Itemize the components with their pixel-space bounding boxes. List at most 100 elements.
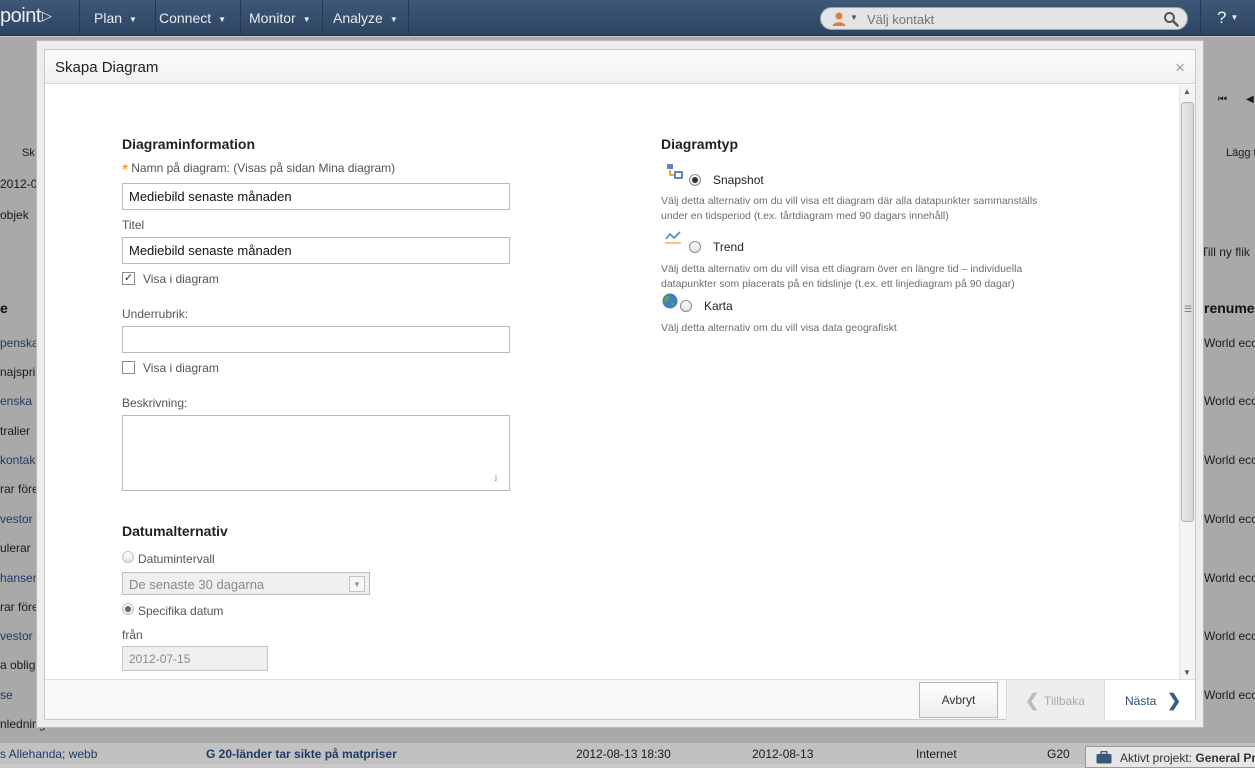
show-subtitle-label: Visa i diagram [143,361,219,375]
back-button[interactable]: ❮ Tillbaka [1006,680,1104,720]
nav-analyze-menu[interactable]: Analyze ▼ [333,10,398,26]
specific-dates-radio[interactable] [122,603,134,615]
bg-row: a oblig [0,658,36,672]
subtitle-input[interactable] [122,326,510,353]
bg-row: hanser [0,571,37,585]
chart-name-input[interactable] [122,183,510,210]
map-radio[interactable] [680,300,692,312]
bg-row: World econ [1204,571,1255,585]
chevron-down-icon: ▼ [1230,13,1239,22]
dialog-scrollbar[interactable]: ▲ ☰ ▼ [1179,85,1195,679]
bg-tab: Sk [22,147,35,159]
nav-divider [155,0,156,36]
dialog-body: Diagraminformation * Namn på diagram: (Vi… [45,85,1179,679]
active-project-label: Aktivt projekt: [1120,751,1193,765]
search-icon[interactable] [1163,11,1179,27]
show-title-checkbox[interactable]: ✓ [122,272,135,285]
date-interval-label: Datumintervall [138,552,215,566]
chart-name-label: * Namn på diagram: (Visas på sidan Mina d… [122,161,396,179]
map-label: Karta [704,299,733,313]
description-textarea[interactable] [122,415,510,491]
nav-divider [79,0,80,36]
chevron-down-icon: ▼ [129,15,137,24]
bg-table-row: s Allehanda; webb G 20-länder tar sikte … [0,743,1255,768]
trend-label: Trend [713,240,744,254]
briefcase-icon [1096,751,1112,764]
bg-date: 2012-0 [0,177,38,191]
bg-headline: G 20-länder tar sikte på matpriser [206,747,397,761]
nav-divider [1200,0,1201,36]
snapshot-radio[interactable] [689,174,701,186]
close-icon[interactable]: × [1175,58,1185,78]
date-interval-radio[interactable] [122,551,134,563]
date-interval-value: De senaste 30 dagarna [129,577,265,592]
cancel-button[interactable]: Avbryt [919,682,998,718]
grip-icon: ☰ [1184,304,1193,314]
nav-divider [240,0,241,36]
bg-row: vestor [0,512,33,526]
bg-row: vestor [0,629,33,643]
date-interval-select[interactable]: De senaste 30 dagarna ▼ [122,572,370,595]
date-options-heading: Datumalternativ [122,523,228,539]
bg-prev-page-icon: ◀ [1246,94,1254,105]
bg-row: kontak [0,453,36,467]
chevron-left-icon: ❮ [1025,691,1040,710]
specific-dates-label: Specifika datum [138,604,224,618]
nav-divider [408,0,409,36]
app-logo[interactable]: point▷ [0,5,52,28]
active-project-name: General Pr [1195,751,1255,765]
bg-media: Internet [916,747,957,761]
scrollbar-thumb[interactable]: ☰ [1181,102,1194,522]
description-label: Beskrivning: [122,396,188,410]
nav-plan-menu[interactable]: Plan ▼ [94,10,137,26]
required-star-icon: * [122,162,129,179]
bg-date-cell: 2012-08-13 [752,747,814,761]
create-chart-dialog: Skapa Diagram × Diagraminformation * Namn… [44,49,1196,720]
chevron-down-icon[interactable]: ▼ [349,576,365,592]
from-date-input[interactable] [122,646,268,671]
next-button-label: Nästa [1125,694,1157,708]
globe-icon [662,293,678,309]
scroll-down-icon[interactable]: ▼ [1183,668,1191,677]
bg-row: ulerar [0,541,31,555]
chevron-down-icon: ▼ [302,15,311,24]
dialog-header: Skapa Diagram × [45,50,1195,84]
bg-row: rar före [0,600,39,614]
contact-search-box[interactable]: ▼ [820,7,1188,30]
bg-row: rar före [0,482,39,496]
bg-column-header: e [0,300,8,316]
bg-tag: G20 [1047,747,1070,761]
bg-row: World econ [1204,394,1255,408]
show-subtitle-checkbox[interactable] [122,361,135,374]
dialog-title: Skapa Diagram [55,59,159,76]
chart-info-heading: Diagraminformation [122,136,256,152]
back-button-label: Tillbaka [1044,694,1085,708]
bg-add-tab: Lägg t [1226,147,1255,159]
nav-divider [322,0,323,36]
snapshot-label: Snapshot [713,173,764,187]
bg-row: enska [0,394,33,408]
show-title-label: Visa i diagram [143,272,219,286]
bg-row: World econ [1204,512,1255,526]
next-button[interactable]: Nästa ❯ [1104,680,1195,720]
chevron-down-icon: ▼ [389,15,398,24]
dialog-footer: Avbryt ❮ Tillbaka Nästa ❯ [45,679,1195,720]
snapshot-description: Välj detta alternativ om du vill visa et… [661,195,1038,222]
bg-source: s Allehanda; webb [0,747,98,761]
trend-line-icon [665,231,681,244]
scroll-up-icon[interactable]: ▲ [1183,87,1191,96]
resize-grip-icon[interactable]: .:i [494,473,497,483]
trend-radio[interactable] [689,241,701,253]
chevron-down-icon[interactable]: ▼ [850,13,858,22]
help-menu[interactable]: ? ▼ [1217,8,1238,28]
top-navigation-bar: point▷ Plan ▼ Connect ▼ Monitor ▼ Analyze ▼ … [0,0,1255,36]
nav-connect-menu[interactable]: Connect ▼ [159,10,226,26]
subtitle-label: Underrubrik: [122,307,189,321]
nav-monitor-menu[interactable]: Monitor ▼ [249,10,311,26]
chevron-down-icon: ▼ [218,15,227,24]
contact-search-input[interactable] [865,10,1155,28]
active-project-indicator[interactable]: Aktivt projekt: General Pr [1085,746,1255,768]
contact-person-icon[interactable] [831,11,847,27]
bg-row: World econ [1204,688,1255,702]
title-input[interactable] [122,237,510,264]
